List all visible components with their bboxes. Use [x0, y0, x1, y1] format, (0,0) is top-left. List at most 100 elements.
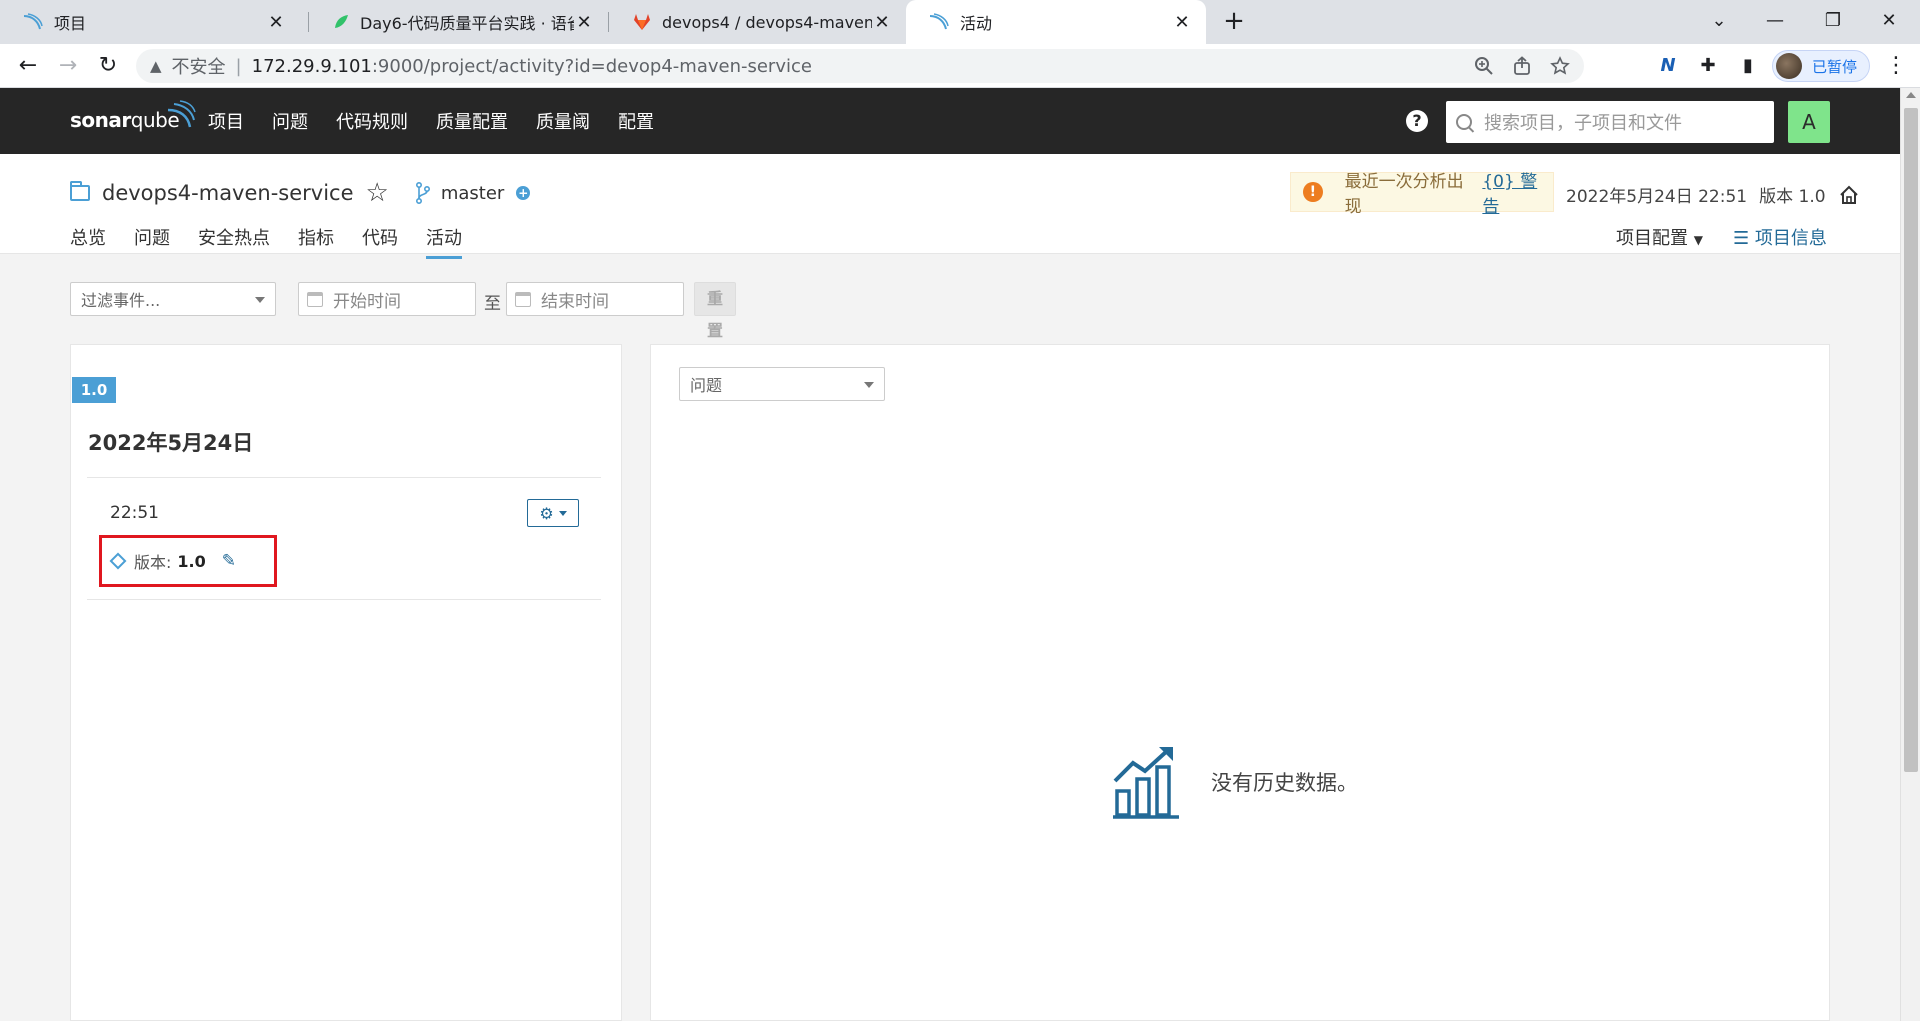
version-event: 版本: 1.0 ✎ — [99, 535, 277, 587]
project-settings-menu[interactable]: 项目配置 ▼ — [1616, 224, 1703, 250]
window-close-icon[interactable]: ✕ — [1866, 6, 1912, 36]
back-icon[interactable]: ← — [14, 52, 42, 80]
browser-tab-1[interactable]: 项目 ✕ — [0, 0, 300, 44]
close-icon[interactable]: ✕ — [266, 12, 286, 33]
share-icon[interactable] — [1512, 56, 1532, 76]
version-diamond-icon — [109, 552, 127, 570]
nav-issues[interactable]: 问题 — [272, 108, 308, 134]
extensions-puzzle-icon[interactable]: ✚ — [1696, 54, 1720, 78]
project-settings-label: 项目配置 — [1616, 228, 1688, 249]
branch-icon — [415, 182, 430, 204]
home-icon[interactable] — [1838, 184, 1860, 206]
warning-text: 最近一次分析出现 — [1344, 172, 1464, 217]
address-bar[interactable]: ▲ 不安全 | 172.29.9.101 :9000/project/activ… — [136, 49, 1584, 83]
security-label: 不安全 — [171, 57, 226, 78]
project-meta: 2022年5月24日 22:51 版本 1.0 — [1566, 182, 1860, 207]
project-name[interactable]: devops4-maven-service — [102, 181, 354, 205]
activity-list-panel: 1.0 2022年5月24日 22:51 ⚙ 版本: 1.0 ✎ — [70, 344, 622, 1021]
branch-name[interactable]: master — [441, 183, 504, 204]
calendar-icon — [515, 292, 531, 307]
browser-toolbar: ← → ↻ ▲ 不安全 | 172.29.9.101 :9000/project… — [0, 44, 1920, 88]
tab-title: 活动 — [960, 14, 993, 33]
sonar-waves-icon — [167, 100, 196, 128]
help-icon[interactable]: ? — [1406, 110, 1428, 132]
analysis-actions-button[interactable]: ⚙ — [527, 499, 579, 527]
scroll-thumb[interactable] — [1904, 108, 1918, 772]
date-range-separator: 至 — [484, 294, 501, 314]
profile-button[interactable]: 已暂停 — [1772, 50, 1870, 82]
caret-down-icon — [558, 510, 567, 516]
warning-link[interactable]: {0} 警告 — [1482, 167, 1553, 217]
bookmark-star-icon[interactable] — [1550, 56, 1570, 76]
project-icon — [70, 181, 90, 201]
edit-pencil-icon[interactable]: ✎ — [222, 551, 236, 571]
zoom-icon[interactable] — [1474, 56, 1494, 76]
sonarqube-logo[interactable]: sonarqube — [70, 100, 196, 132]
sonar-icon — [23, 13, 43, 30]
browser-tab-3[interactable]: devops4 / devops4-maven-ser ✕ — [610, 0, 906, 44]
new-tab-button[interactable]: + — [1220, 8, 1248, 36]
extension-n-icon[interactable]: N — [1656, 54, 1680, 78]
analysis-time: 22:51 — [110, 503, 159, 523]
nav-projects[interactable]: 项目 — [208, 108, 244, 134]
scroll-up-arrow-icon[interactable] — [1906, 92, 1916, 98]
tab-security-hotspots[interactable]: 安全热点 — [198, 224, 270, 259]
end-date-input[interactable]: 结束时间 — [506, 282, 684, 316]
browser-menu-icon[interactable]: ⋮ — [1884, 52, 1908, 80]
activity-graph-panel: 问题 没有历史数据。 — [650, 344, 1830, 1021]
nav-quality-profiles[interactable]: 质量配置 — [436, 108, 508, 134]
tab-measures[interactable]: 指标 — [298, 224, 334, 259]
browser-tab-2[interactable]: Day6-代码质量平台实践 · 语雀 ✕ — [310, 0, 608, 44]
start-date-input[interactable]: 开始时间 — [298, 282, 476, 316]
nav-quality-gates[interactable]: 质量阈 — [536, 108, 590, 134]
profile-label: 已暂停 — [1812, 57, 1858, 76]
sonar-icon — [929, 13, 949, 30]
nav-rules[interactable]: 代码规则 — [336, 108, 408, 134]
project-header: devops4-maven-service ☆ master + ! 最近一次分… — [0, 154, 1900, 259]
sonarqube-navbar: sonarqube 项目 问题 代码规则 质量配置 质量阈 配置 ? 搜索项目，… — [0, 88, 1900, 154]
tab-issues[interactable]: 问题 — [134, 224, 170, 259]
project-version: 版本 1.0 — [1759, 187, 1826, 207]
user-avatar[interactable]: A — [1788, 101, 1830, 143]
graph-metric-select[interactable]: 问题 — [679, 367, 885, 401]
browser-tab-4-active[interactable]: 活动 ✕ — [906, 0, 1206, 44]
tab-activity[interactable]: 活动 — [426, 224, 462, 259]
favorite-star-icon[interactable]: ☆ — [366, 178, 389, 208]
divider — [87, 599, 601, 600]
forward-icon[interactable]: → — [54, 52, 82, 80]
tab-title: Day6-代码质量平台实践 · 语雀 — [360, 14, 574, 33]
main-nav: 项目 问题 代码规则 质量配置 质量阈 配置 — [208, 88, 654, 154]
caret-down-icon — [864, 382, 874, 388]
restore-icon[interactable]: ❐ — [1810, 6, 1856, 36]
calendar-icon — [307, 292, 323, 307]
tab-code[interactable]: 代码 — [362, 224, 398, 259]
version-event-label: 版本: — [134, 553, 172, 572]
tab-search-icon[interactable]: ⌄ — [1696, 6, 1742, 36]
divider — [87, 477, 601, 478]
nav-administration[interactable]: 配置 — [618, 108, 654, 134]
version-event-value: 1.0 — [177, 551, 206, 571]
global-search-input[interactable]: 搜索项目，子项目和文件 — [1446, 101, 1774, 143]
close-icon[interactable]: ✕ — [872, 12, 892, 33]
url-host: 172.29.9.101 — [251, 55, 372, 77]
reload-icon[interactable]: ↻ — [94, 52, 122, 80]
project-info-link[interactable]: ☰ 项目信息 — [1733, 224, 1827, 250]
tab-title: 项目 — [54, 14, 87, 33]
analysis-date: 2022年5月24日 22:51 — [1566, 187, 1748, 207]
no-history-text: 没有历史数据。 — [1211, 771, 1358, 795]
chart-growth-icon — [1113, 747, 1179, 819]
start-date-placeholder: 开始时间 — [333, 291, 401, 312]
branch-plus-icon[interactable]: + — [516, 186, 531, 200]
page-scrollbar[interactable] — [1900, 88, 1920, 1021]
reset-dates-button[interactable]: 重置时间 — [694, 282, 737, 404]
close-icon[interactable]: ✕ — [1172, 12, 1192, 33]
no-history-message: 没有历史数据。 — [1111, 745, 1358, 819]
analysis-warning-box: ! 最近一次分析出现 {0} 警告 — [1290, 172, 1554, 217]
event-filter-select[interactable]: 过滤事件... — [70, 282, 276, 316]
minimize-icon[interactable]: — — [1752, 6, 1798, 36]
tab-overview[interactable]: 总览 — [70, 224, 106, 259]
project-title-row: devops4-maven-service ☆ master + — [70, 178, 531, 208]
side-panel-icon[interactable]: ▮ — [1736, 54, 1760, 78]
tab-title: devops4 / devops4-maven-ser — [662, 12, 872, 32]
close-icon[interactable]: ✕ — [574, 12, 594, 33]
